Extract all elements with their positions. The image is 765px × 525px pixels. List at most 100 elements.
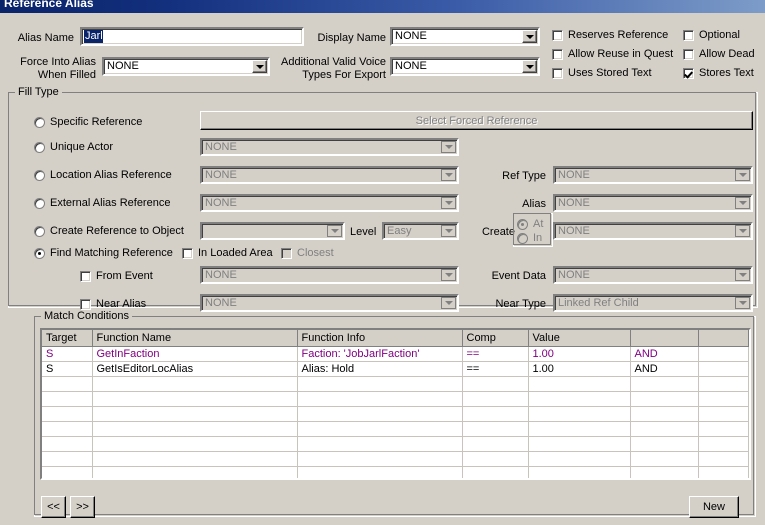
- checkbox-box: [182, 247, 193, 259]
- radio-dot: [34, 141, 45, 153]
- chevron-down-icon[interactable]: [522, 60, 537, 73]
- checkbox-reserves-reference[interactable]: Reserves Reference: [552, 29, 668, 41]
- chevron-down-icon[interactable]: [327, 225, 342, 237]
- checkbox-stores-text[interactable]: Stores Text: [683, 67, 754, 79]
- chevron-down-icon[interactable]: [441, 197, 456, 209]
- checkbox-label: Optional: [699, 29, 740, 41]
- checkbox-uses-stored-text[interactable]: Uses Stored Text: [552, 67, 652, 79]
- chevron-down-icon[interactable]: [441, 141, 456, 153]
- radio-location-alias-reference[interactable]: Location Alias Reference: [34, 169, 172, 181]
- additional-voice-dropdown[interactable]: NONE: [390, 57, 540, 76]
- from-event-dropdown[interactable]: NONE: [200, 266, 459, 284]
- match-conditions-table[interactable]: Target Function Name Function Info Comp …: [40, 328, 751, 480]
- chevron-down-icon[interactable]: [735, 197, 750, 209]
- table-row-empty[interactable]: [42, 421, 749, 437]
- level-dropdown[interactable]: Easy: [382, 222, 459, 240]
- checkbox-allow-reuse-in-quest[interactable]: Allow Reuse in Quest: [552, 48, 673, 60]
- chevron-down-icon[interactable]: [735, 169, 750, 181]
- additional-voice-value: NONE: [395, 61, 427, 72]
- chevron-down-icon[interactable]: [735, 297, 750, 309]
- chevron-down-icon[interactable]: [441, 169, 456, 181]
- column-header-target[interactable]: Target: [42, 330, 93, 347]
- radio-external-alias-reference[interactable]: External Alias Reference: [34, 197, 170, 209]
- table-row-empty[interactable]: [42, 376, 749, 392]
- force-into-alias-label-line2: When Filled: [37, 69, 96, 81]
- radio-create-reference-to-object[interactable]: Create Reference to Object: [34, 225, 184, 237]
- radio-dot: [34, 169, 45, 181]
- force-into-alias-value: NONE: [107, 61, 139, 72]
- table-row-empty[interactable]: [42, 406, 749, 422]
- external-alias-value: NONE: [205, 197, 237, 209]
- checkbox-in-loaded-area[interactable]: In Loaded Area: [182, 247, 273, 259]
- unique-actor-dropdown[interactable]: NONE: [200, 138, 459, 156]
- location-alias-dropdown[interactable]: NONE: [200, 166, 459, 184]
- force-into-alias-dropdown[interactable]: NONE: [102, 57, 270, 76]
- radio-specific-reference[interactable]: Specific Reference: [34, 116, 142, 128]
- window-title: Reference Alias: [4, 0, 94, 10]
- additional-voice-label-line1: Additional Valid Voice: [281, 56, 386, 68]
- select-forced-reference-button[interactable]: Select Forced Reference: [200, 111, 753, 130]
- checkbox-near-alias[interactable]: Near Alias: [80, 298, 146, 310]
- column-header-logic[interactable]: [630, 330, 699, 347]
- alias-name-input[interactable]: Jarl: [80, 27, 304, 46]
- chevron-down-icon[interactable]: [735, 269, 750, 281]
- column-header-function-info[interactable]: Function Info: [297, 330, 463, 347]
- column-header-function-name[interactable]: Function Name: [92, 330, 298, 347]
- table-row-empty[interactable]: [42, 391, 749, 407]
- table-row-empty[interactable]: [42, 451, 749, 467]
- event-data-dropdown[interactable]: NONE: [553, 266, 753, 284]
- checkbox-label: Reserves Reference: [568, 29, 669, 41]
- chevron-down-icon[interactable]: [441, 225, 456, 237]
- checkbox-box: [552, 48, 563, 60]
- radio-label: Create Reference to Object: [50, 225, 184, 237]
- cell-logic: AND: [630, 346, 699, 362]
- checkbox-label: In Loaded Area: [198, 247, 273, 259]
- create-reference-object-dropdown[interactable]: [200, 222, 345, 240]
- checkbox-closest[interactable]: Closest: [281, 247, 334, 259]
- column-header-value[interactable]: Value: [528, 330, 631, 347]
- next-button[interactable]: >>: [70, 496, 95, 518]
- checkbox-label: Uses Stored Text: [568, 67, 652, 79]
- radio-create-at[interactable]: At: [517, 218, 543, 230]
- alias-name-label: Alias Name: [17, 32, 74, 44]
- checkbox-optional[interactable]: Optional: [683, 29, 740, 41]
- window-client-area: Alias Name Jarl Display Name NONE Force …: [0, 13, 765, 525]
- column-header-extra[interactable]: [698, 330, 749, 347]
- checkbox-from-event[interactable]: From Event: [80, 270, 153, 282]
- alias-dropdown[interactable]: NONE: [553, 194, 753, 212]
- create-dropdown[interactable]: NONE: [553, 222, 753, 240]
- checkbox-allow-dead[interactable]: Allow Dead: [683, 48, 755, 60]
- checkbox-box: [683, 67, 694, 79]
- display-name-dropdown[interactable]: NONE: [390, 27, 540, 46]
- radio-unique-actor[interactable]: Unique Actor: [34, 141, 113, 153]
- chevron-down-icon[interactable]: [522, 30, 537, 43]
- table-row-empty[interactable]: [42, 436, 749, 452]
- new-button[interactable]: New: [689, 496, 739, 518]
- external-alias-dropdown[interactable]: NONE: [200, 194, 459, 212]
- window-titlebar[interactable]: Reference Alias: [0, 0, 765, 13]
- near-alias-value: NONE: [205, 297, 237, 309]
- radio-create-in[interactable]: In: [517, 232, 542, 244]
- table-row[interactable]: S GetInFaction Faction: 'JobJarlFaction'…: [42, 346, 749, 362]
- column-header-comp[interactable]: Comp: [462, 330, 529, 347]
- chevron-down-icon[interactable]: [252, 60, 267, 73]
- cell-comp: ==: [462, 361, 529, 377]
- radio-label: Location Alias Reference: [50, 169, 172, 181]
- fill-type-group-label: Fill Type: [15, 86, 62, 98]
- checkbox-box: [683, 29, 694, 41]
- chevron-down-icon[interactable]: [441, 297, 456, 309]
- ref-type-dropdown[interactable]: NONE: [553, 166, 753, 184]
- radio-find-matching-reference[interactable]: Find Matching Reference: [34, 247, 173, 259]
- checkbox-box: [281, 247, 292, 259]
- previous-button[interactable]: <<: [41, 496, 66, 518]
- radio-label: Find Matching Reference: [50, 247, 173, 259]
- table-row-empty[interactable]: [42, 466, 749, 478]
- cell-extra: [698, 361, 749, 377]
- table-row[interactable]: S GetIsEditorLocAlias Alias: Hold == 1.0…: [42, 361, 749, 377]
- chevron-down-icon[interactable]: [441, 269, 456, 281]
- from-event-value: NONE: [205, 269, 237, 281]
- radio-label: Specific Reference: [50, 116, 143, 128]
- alias-label: Alias: [522, 198, 546, 210]
- chevron-down-icon[interactable]: [735, 225, 750, 237]
- button-label: >>: [76, 501, 89, 513]
